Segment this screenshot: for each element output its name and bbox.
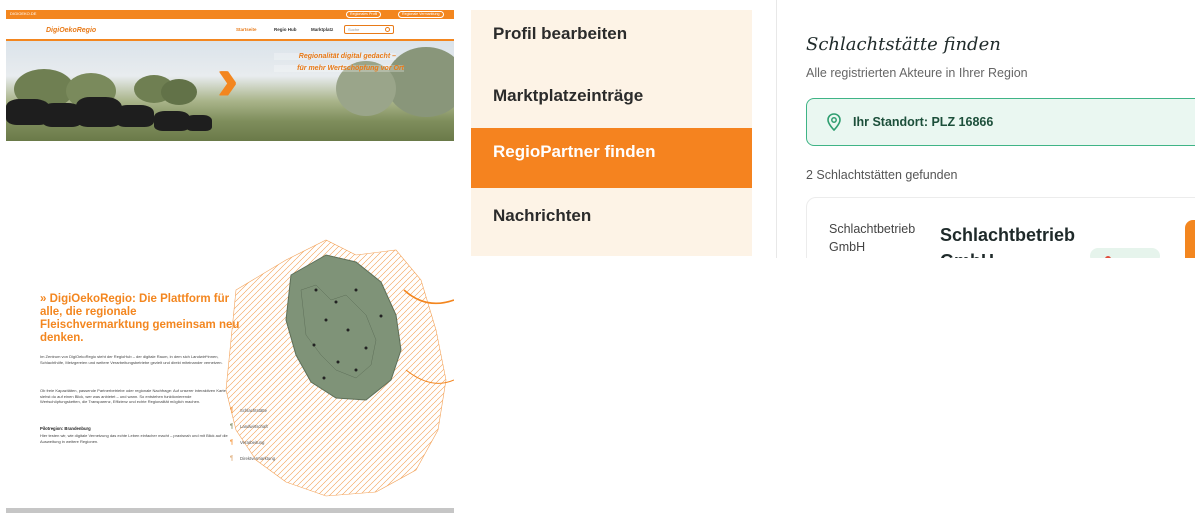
page-title: Schlachtstätte finden — [806, 34, 1001, 55]
hero-slogan-line2: für mehr Wertschöpfung vor Ort — [274, 65, 404, 72]
legend-item-direktvermarktung: ¶ Direktvermarktung — [230, 456, 276, 462]
intro-paragraph-2: Ob freie Kapazitäten, passende Partnerbe… — [40, 388, 226, 404]
pilot-region-text: Hier testen wir, wie digitale Vernetzung… — [40, 433, 228, 444]
panel-divider — [776, 0, 777, 258]
intro-headline: » DigiOekoRegio: Die Plattform für alle,… — [40, 293, 240, 344]
login-pill-button[interactable]: Regionales Profil — [346, 11, 382, 18]
nav-marktplatz[interactable]: Marktplatz — [311, 27, 333, 32]
pin-icon: ¶ — [230, 456, 234, 462]
search-icon — [385, 27, 390, 32]
result-card[interactable]: Schlachtbetrieb GmbH Schlachtbetrieb Gmb… — [806, 197, 1195, 258]
top-bar: DIGIOEKO.DE Regionales Profil Regionale … — [6, 10, 454, 19]
card-action-button[interactable] — [1185, 220, 1195, 258]
location-label: Ihr Standort: PLZ 16866 — [853, 115, 994, 129]
topbar-text: DIGIOEKO.DE — [10, 11, 37, 16]
pin-icon: ¶ — [230, 424, 234, 430]
slaughterhouse-finder: Schlachtstätte finden Alle registrierten… — [778, 0, 1195, 258]
location-pin-icon — [827, 113, 841, 131]
hero-slogan-line1: Regionalität digital gedacht – — [274, 53, 396, 60]
card-title[interactable]: Schlachtbetrieb GmbH — [940, 222, 1090, 258]
sidebar-menu: Profil bearbeiten Marktplatzeinträge Reg… — [471, 10, 752, 256]
status-badge — [1090, 248, 1160, 258]
location-box: Ihr Standort: PLZ 16866 — [806, 98, 1195, 146]
pin-icon: ¶ — [230, 408, 234, 414]
nav-startseite[interactable]: Startseite — [236, 27, 257, 32]
footer-rule — [6, 508, 454, 513]
register-pill-button[interactable]: Regionale Vermarktung — [398, 11, 444, 18]
card-image-alt: Schlachtbetrieb GmbH — [829, 222, 916, 254]
pilot-region-title: Pilotregion: Brandenburg — [40, 426, 91, 431]
nav-regio-hub[interactable]: Regio Hub — [274, 27, 297, 32]
intro-paragraph-1: Im Zentrum von DigiOekoRegio steht der R… — [40, 354, 223, 365]
menu-item-profil-bearbeiten[interactable]: Profil bearbeiten — [471, 10, 752, 70]
site-navigation: DigiOekoRegio Startseite Regio Hub Markt… — [6, 19, 454, 39]
site-search-input[interactable]: Suche — [344, 25, 394, 34]
pin-icon: ¶ — [230, 440, 234, 446]
hero-banner: ›› Regionalität digital gedacht – für me… — [6, 41, 454, 141]
page-subtitle: Alle registrierten Akteure in Ihrer Regi… — [806, 66, 1028, 80]
legend-item-schlachtstaette: ¶ Schlachtstätte — [230, 408, 267, 414]
status-dot-icon — [1105, 256, 1111, 258]
menu-item-marktplatzeintraege[interactable]: Marktplatzeinträge — [471, 72, 752, 132]
legend-item-landwirtschaft: ¶ Landwirtschaft — [230, 424, 268, 430]
site-logo[interactable]: DigiOekoRegio — [46, 27, 96, 34]
result-count: 2 Schlachtstätten gefunden — [806, 168, 958, 182]
legend-item-verarbeitung: ¶ Verarbeitung — [230, 440, 265, 446]
menu-item-regiopartner-finden[interactable]: RegioPartner finden — [471, 128, 752, 188]
menu-item-nachrichten[interactable]: Nachrichten — [471, 192, 752, 252]
website-preview: DIGIOEKO.DE Regionales Profil Regionale … — [6, 10, 454, 513]
